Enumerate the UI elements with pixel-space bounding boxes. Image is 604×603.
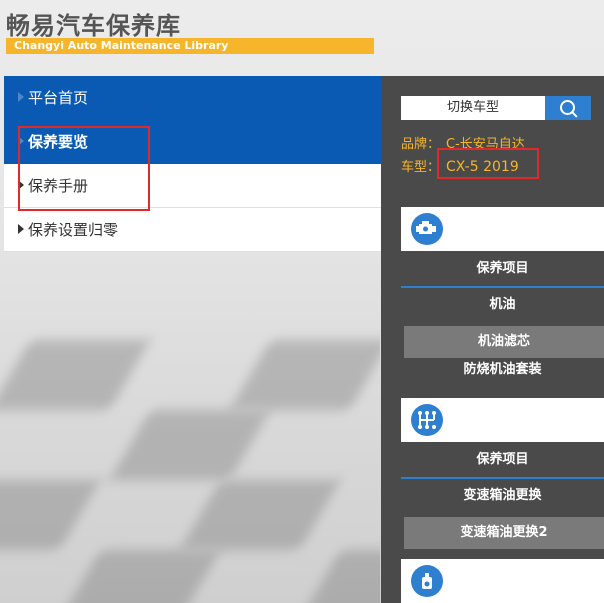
menu-item-label: 平台首页 xyxy=(28,89,89,107)
app-subtitle: Changyi Auto Maintenance Library xyxy=(14,39,229,52)
section1-title: 保养项目 xyxy=(401,252,604,288)
model-label: 车型： xyxy=(401,160,441,175)
maint-item-transmission-oil[interactable]: 变速箱油更换 xyxy=(401,480,604,512)
menu-item-manual[interactable]: 保养手册 xyxy=(4,164,381,208)
brand-label: 品牌： xyxy=(401,137,441,152)
section-header-engine xyxy=(401,207,604,251)
search-button[interactable] xyxy=(545,96,591,120)
gearbox-icon xyxy=(411,404,443,436)
section2-title: 保养项目 xyxy=(401,443,604,479)
brand-line: 品牌： C-长安马自达 xyxy=(401,133,525,152)
vehicle-panel: 切换车型 品牌： C-长安马自达 车型： CX-5 2019 保养项目 机油 机油滤… xyxy=(381,76,604,603)
triangle-right-icon xyxy=(18,136,24,146)
maint-item-transmission-oil-2[interactable]: 变速箱油更换2 xyxy=(404,517,604,549)
left-menu: 平台首页 保养要览 保养手册 保养设置归零 xyxy=(4,76,381,252)
model-value: CX-5 2019 xyxy=(446,159,519,175)
maint-item-oil[interactable]: 机油 xyxy=(401,289,604,321)
header: 畅易汽车保养库 Changyi Auto Maintenance Library xyxy=(0,0,604,60)
triangle-right-icon xyxy=(18,92,24,102)
triangle-right-icon xyxy=(18,224,24,234)
triangle-right-icon xyxy=(18,180,24,190)
maint-item-anti-burn-oil-kit[interactable]: 防烧机油套装 xyxy=(401,354,604,386)
menu-item-reset[interactable]: 保养设置归零 xyxy=(4,208,381,252)
brand-value: C-长安马自达 xyxy=(446,137,525,152)
menu-item-label: 保养手册 xyxy=(28,177,89,195)
menu-item-home[interactable]: 平台首页 xyxy=(4,76,381,120)
app-title: 畅易汽车保养库 xyxy=(6,12,181,40)
menu-item-label: 保养设置归零 xyxy=(28,221,119,239)
menu-item-overview[interactable]: 保养要览 xyxy=(4,120,381,164)
model-line: 车型： CX-5 2019 xyxy=(401,156,519,175)
engine-icon xyxy=(411,213,443,245)
oil-bottle-icon xyxy=(411,565,443,597)
background-checker xyxy=(0,300,380,603)
menu-item-label: 保养要览 xyxy=(28,133,89,151)
switch-vehicle-button[interactable]: 切换车型 xyxy=(401,96,545,120)
section-header-oil xyxy=(401,559,604,603)
section-header-gearbox xyxy=(401,398,604,442)
